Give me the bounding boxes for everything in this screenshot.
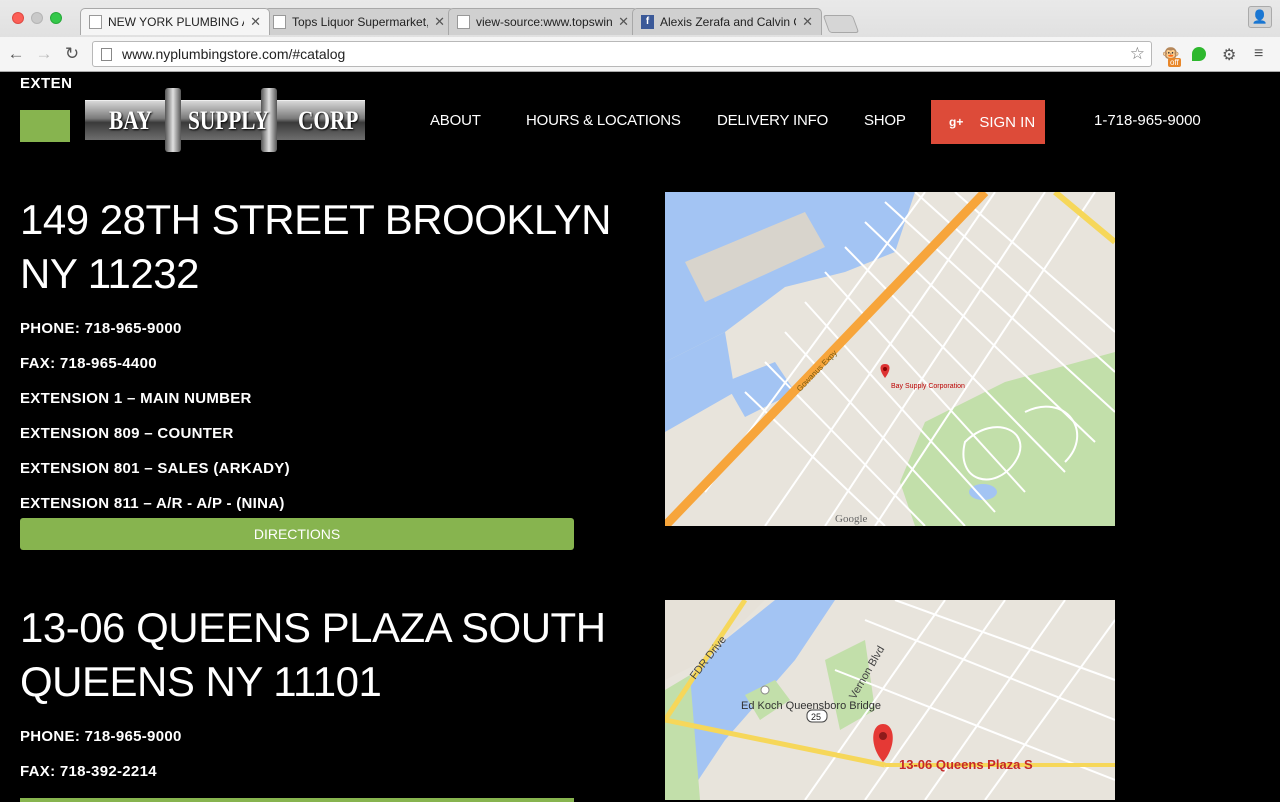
directions-button-edge[interactable] — [20, 798, 574, 802]
tab-title: Alexis Zerafa and Calvin O — [660, 15, 797, 29]
bookmark-star-icon[interactable]: ☆ — [1130, 44, 1145, 64]
browser-chrome: NEW YORK PLUMBING AND ✕ Tops Liquor Supe… — [0, 0, 1280, 72]
sign-in-label: SIGN IN — [979, 113, 1036, 131]
page-icon — [457, 15, 470, 29]
green-tab-button[interactable] — [20, 110, 70, 142]
close-tab-icon[interactable]: ✕ — [618, 14, 629, 30]
google-sign-in-button[interactable]: g+ SIGN IN — [931, 100, 1045, 144]
url-text: www.nyplumbingstore.com/#catalog — [122, 46, 346, 62]
maximize-window-button[interactable] — [50, 12, 62, 24]
reload-icon[interactable]: ↻ — [62, 44, 82, 64]
evernote-icon[interactable] — [1192, 47, 1206, 61]
facebook-icon: f — [641, 15, 654, 29]
browser-tab[interactable]: f Alexis Zerafa and Calvin O ✕ — [632, 8, 822, 35]
logo-word: CORP — [298, 106, 359, 135]
tab-title: Tops Liquor Supermarket, Inc — [292, 15, 429, 29]
nav-shop[interactable]: SHOP — [864, 112, 906, 129]
location-phone: PHONE: 718-965-9000 — [20, 728, 182, 745]
extension-badge: off — [1168, 58, 1181, 67]
google-logo: Google — [835, 513, 868, 525]
directions-button[interactable]: DIRECTIONS — [20, 518, 574, 550]
close-tab-icon[interactable]: ✕ — [250, 14, 261, 30]
forward-icon[interactable]: → — [34, 44, 54, 64]
browser-tab[interactable]: Tops Liquor Supermarket, Inc ✕ — [264, 8, 454, 35]
settings-gear-icon[interactable]: ⚙ — [1222, 45, 1236, 65]
location-address-line1: 13-06 QUEENS PLAZA SOUTH — [20, 604, 606, 651]
location-fax: FAX: 718-392-2214 — [20, 763, 157, 780]
brooklyn-map[interactable]: Gowanus Expy Bay Supply Corporation Goog… — [665, 192, 1115, 526]
header-phone[interactable]: 1-718-965-9000 — [1094, 112, 1201, 129]
logo-word: BAY — [109, 106, 153, 135]
minimize-window-button[interactable] — [31, 12, 43, 24]
page-icon — [273, 15, 286, 29]
exten-label: EXTEN — [20, 75, 73, 92]
location-address-line2: NY 11232 — [20, 250, 199, 297]
page-icon — [89, 15, 102, 29]
location-address-line1: 149 28TH STREET BROOKLYN — [20, 196, 612, 243]
new-tab-button[interactable] — [822, 15, 860, 33]
address-bar[interactable]: www.nyplumbingstore.com/#catalog ☆ — [92, 41, 1152, 67]
queens-map[interactable]: FDR Drive Ed Koch Queensboro Bridge Vern… — [665, 600, 1115, 800]
bay-supply-logo[interactable]: BAY SUPPLY CORP — [85, 88, 365, 152]
browser-tab[interactable]: view-source:www.topswine ✕ — [448, 8, 638, 35]
location-fax: FAX: 718-965-4400 — [20, 355, 157, 372]
google-plus-icon: g+ — [949, 115, 964, 129]
location-phone: PHONE: 718-965-9000 — [20, 320, 182, 337]
nav-about[interactable]: ABOUT — [430, 112, 481, 129]
location-extension: EXTENSION 1 – MAIN NUMBER — [20, 390, 252, 407]
nav-delivery-info[interactable]: DELIVERY INFO — [717, 112, 828, 129]
close-tab-icon[interactable]: ✕ — [802, 14, 813, 30]
profile-icon[interactable]: 👤 — [1248, 6, 1272, 28]
close-window-button[interactable] — [12, 12, 24, 24]
window-controls — [12, 12, 62, 24]
browser-toolbar: ← → ↻ www.nyplumbingstore.com/#catalog ☆… — [0, 37, 1280, 71]
tab-title: NEW YORK PLUMBING AND — [108, 15, 244, 29]
logo-joint — [165, 88, 181, 152]
location-extension: EXTENSION 809 – COUNTER — [20, 425, 234, 442]
location-extension: EXTENSION 801 – SALES (ARKADY) — [20, 460, 290, 477]
map-marker-label: Bay Supply Corporation — [891, 383, 965, 390]
back-icon[interactable]: ← — [6, 44, 26, 64]
map-marker-label: 13-06 Queens Plaza S — [899, 757, 1033, 772]
logo-word: SUPPLY — [188, 106, 269, 135]
menu-icon[interactable]: ≡ — [1254, 45, 1263, 63]
browser-tab[interactable]: NEW YORK PLUMBING AND ✕ — [80, 8, 270, 35]
tab-strip: NEW YORK PLUMBING AND ✕ Tops Liquor Supe… — [80, 8, 860, 36]
page-icon — [101, 47, 112, 61]
route-shield: 25 — [811, 712, 821, 722]
tab-title: view-source:www.topswine — [476, 15, 613, 29]
close-tab-icon[interactable]: ✕ — [434, 14, 445, 30]
location-extension: EXTENSION 811 – A/R - A/P - (NINA) — [20, 495, 285, 512]
location-address-line2: QUEENS NY 11101 — [20, 658, 382, 705]
website: EXTEN BAY SUPPLY CORP ABOUT HOURS & LOCA… — [0, 72, 1280, 802]
nav-hours-locations[interactable]: HOURS & LOCATIONS — [526, 112, 681, 129]
